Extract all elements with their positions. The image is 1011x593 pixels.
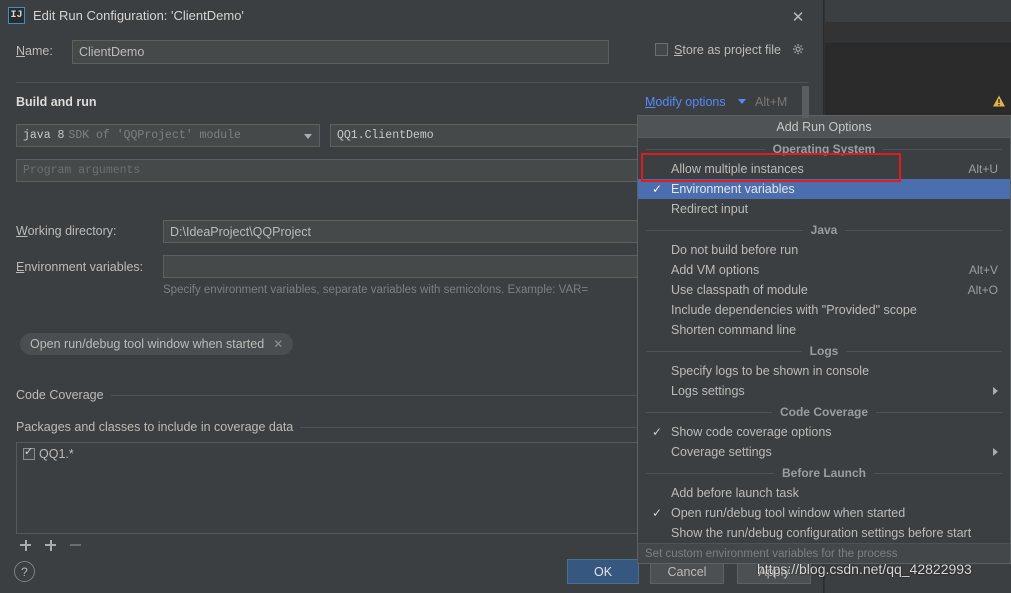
divider — [16, 82, 808, 83]
chevron-right-icon — [993, 448, 998, 456]
menu-item-shortcut: Alt+O — [967, 283, 998, 297]
menu-item-shorten-command-line[interactable]: Shorten command line — [638, 320, 1010, 340]
menu-status-bar: Set custom environment variables for the… — [638, 543, 1010, 563]
menu-item-shortcut: Alt+V — [968, 263, 998, 277]
menu-item-do-not-build-before-run[interactable]: Do not build before run — [638, 240, 1010, 260]
ide-tab-strip — [824, 22, 1011, 44]
checkbox-checked-icon[interactable] — [23, 446, 35, 460]
modify-options-shortcut: Alt+M — [755, 95, 788, 109]
menu-group-caption: Code Coverage — [771, 404, 877, 419]
menu-item-coverage-settings[interactable]: Coverage settings — [638, 442, 1010, 462]
menu-group-caption: Java — [802, 222, 846, 237]
add-run-options-menu: Add Run Options Operating System Allow mu… — [637, 115, 1011, 564]
build-and-run-heading: Build and run — [16, 95, 97, 109]
add-pattern-icon[interactable] — [45, 540, 56, 551]
ide-toolbar-strip — [824, 0, 1011, 22]
menu-item-label: Allow multiple instances — [671, 162, 804, 176]
menu-group-separator: Logs — [638, 340, 1010, 361]
remove-icon[interactable] — [70, 540, 81, 551]
close-icon[interactable]: ✕ — [785, 5, 811, 29]
check-icon: ✓ — [652, 425, 663, 439]
gear-icon[interactable] — [792, 43, 806, 57]
option-chip-open-run-debug-tool-window[interactable]: Open run/debug tool window when started … — [20, 333, 294, 355]
ok-button[interactable]: OK — [567, 559, 639, 584]
chevron-down-icon[interactable] — [304, 134, 312, 139]
check-icon: ✓ — [652, 182, 663, 196]
close-icon[interactable]: ✕ — [273, 337, 283, 351]
menu-item-label: Logs settings — [671, 384, 745, 398]
scrollbar-thumb[interactable] — [802, 86, 809, 118]
menu-item-label: Include dependencies with "Provided" sco… — [671, 303, 917, 317]
store-as-project-file-label: Store as project file — [674, 43, 782, 57]
menu-item-label: Specify logs to be shown in console — [671, 364, 870, 378]
menu-item-label: Open run/debug tool window when started — [671, 506, 906, 520]
chevron-down-icon[interactable] — [738, 99, 746, 104]
menu-item-label: Add VM options — [671, 263, 760, 277]
environment-variables-label: Environment variables: — [16, 260, 144, 274]
name-label: Name: — [16, 44, 53, 58]
menu-item-allow-multiple-instances[interactable]: Allow multiple instances Alt+U — [638, 159, 1010, 179]
menu-item-redirect-input[interactable]: Redirect input — [638, 199, 1010, 219]
menu-item-use-classpath-of-module[interactable]: Use classpath of module Alt+O — [638, 280, 1010, 300]
menu-item-show-code-coverage-options[interactable]: ✓ Show code coverage options — [638, 422, 1010, 442]
menu-group-caption: Before Launch — [773, 465, 874, 480]
list-item-label: QQ1.* — [39, 447, 74, 461]
watermark-url: https://blog.csdn.net/qq_42822993 — [757, 561, 972, 577]
chip-label: Open run/debug tool window when started — [30, 337, 265, 351]
sdk-secondary-label: SDK of 'QQProject' module — [68, 129, 241, 142]
help-button[interactable]: ? — [14, 561, 35, 582]
menu-group-separator: Code Coverage — [638, 401, 1010, 422]
menu-item-add-vm-options[interactable]: Add VM options Alt+V — [638, 260, 1010, 280]
sdk-primary-label: java 8 — [23, 129, 65, 142]
menu-item-include-dependencies-with-provided-scope[interactable]: Include dependencies with "Provided" sco… — [638, 300, 1010, 320]
menu-item-logs-settings[interactable]: Logs settings — [638, 381, 1010, 401]
menu-item-label: Do not build before run — [671, 243, 799, 257]
menu-item-label: Show code coverage options — [671, 425, 832, 439]
coverage-packages-heading: Packages and classes to include in cover… — [16, 420, 301, 434]
add-icon[interactable] — [20, 540, 31, 551]
menu-group-separator: Operating System — [638, 138, 1010, 159]
menu-item-show-the-run-debug-configuration-settings-before-start[interactable]: Show the run/debug configuration setting… — [638, 523, 1010, 543]
code-coverage-heading: Code Coverage — [16, 388, 111, 402]
menu-item-label: Redirect input — [671, 202, 749, 216]
warning-triangle-icon — [993, 95, 1005, 107]
menu-item-shortcut: Alt+U — [968, 162, 998, 176]
chevron-right-icon — [993, 387, 998, 395]
menu-group-caption: Operating System — [764, 141, 884, 156]
modify-options-link[interactable]: Modify options — [645, 95, 726, 109]
coverage-list-toolbar — [20, 540, 81, 551]
screen: IJ Edit Run Configuration: 'ClientDemo' … — [0, 0, 1011, 593]
store-as-project-file-checkbox[interactable] — [655, 43, 668, 56]
menu-item-specify-logs-to-be-shown-in-console[interactable]: Specify logs to be shown in console — [638, 361, 1010, 381]
menu-item-label: Shorten command line — [671, 323, 797, 337]
menu-group-caption: Logs — [801, 343, 847, 358]
menu-item-open-run-debug-tool-window-when-started[interactable]: ✓ Open run/debug tool window when started — [638, 503, 1010, 523]
menu-group-separator: Java — [638, 219, 1010, 240]
dialog-titlebar: IJ Edit Run Configuration: 'ClientDemo' … — [0, 0, 823, 33]
menu-item-label: Environment variables — [671, 182, 795, 196]
jre-sdk-dropdown[interactable]: java 8 SDK of 'QQProject' module — [16, 124, 320, 147]
menu-item-label: Use classpath of module — [671, 283, 808, 297]
menu-group-separator: Before Launch — [638, 462, 1010, 483]
name-input[interactable]: ClientDemo — [72, 40, 609, 64]
working-directory-label: Working directory: — [16, 224, 117, 238]
menu-header: Add Run Options — [638, 116, 1010, 138]
environment-variables-hint: Specify environment variables, separate … — [163, 284, 589, 296]
check-icon: ✓ — [652, 506, 663, 520]
dialog-title: Edit Run Configuration: 'ClientDemo' — [33, 8, 244, 23]
menu-item-label: Add before launch task — [671, 486, 799, 500]
menu-item-label: Coverage settings — [671, 445, 772, 459]
menu-item-environment-variables[interactable]: ✓ Environment variables — [638, 179, 1010, 199]
intellij-idea-icon: IJ — [8, 7, 25, 24]
name-row: Name: ClientDemo Store as project file — [0, 40, 824, 64]
menu-groups: Operating System Allow multiple instances… — [638, 138, 1010, 543]
menu-item-add-before-launch-task[interactable]: Add before launch task — [638, 483, 1010, 503]
menu-item-label: Show the run/debug configuration setting… — [671, 526, 972, 540]
